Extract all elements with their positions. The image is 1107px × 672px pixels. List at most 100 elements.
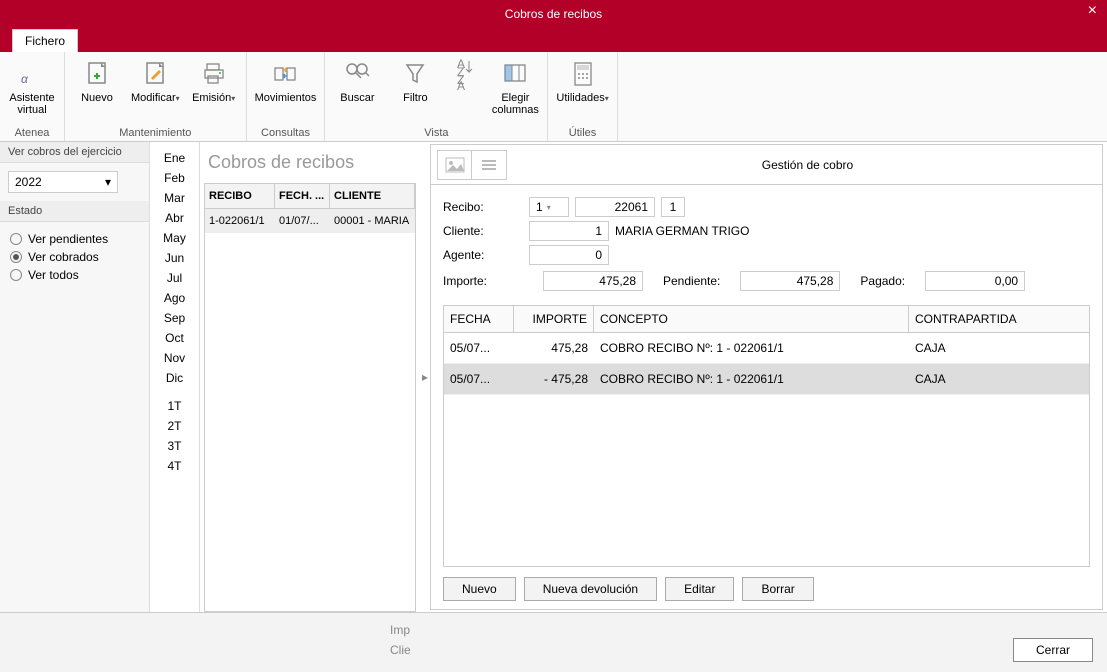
workspace: Ver cobros del ejercicio 2022 ▾ Estado V… [0,142,1107,612]
nuevo-button[interactable]: Nuevo [73,56,121,104]
ribbon-group-vista: Buscar Filtro AZZA Elegir columnas Vista [325,52,548,141]
ribbon-group-mantenimiento: Nuevo Modificar Emisión Mantenimiento [65,52,247,141]
borrar-button[interactable]: Borrar [742,577,813,601]
month-dic[interactable]: Dic [150,368,199,388]
col-mov-importe[interactable]: IMPORTE [514,306,594,332]
footer: Imp Clie Cerrar [0,612,1107,672]
importe-field[interactable]: 475,28 [543,271,643,291]
agente-field[interactable]: 0 [529,245,609,265]
utilidades-button[interactable]: Utilidades [556,56,608,104]
nuevo-mov-button[interactable]: Nuevo [443,577,516,601]
detail-form: Recibo: 1 22061 1 Cliente: 1 MARIA GERMA… [431,185,1102,299]
recibo-num-field[interactable]: 22061 [575,197,655,217]
ribbon: α Asistente virtual Atenea Nuevo Modific… [0,52,1107,142]
movimientos-button[interactable]: Movimientos [255,56,317,104]
col-fecha[interactable]: FECH. ... [275,184,330,208]
radio-icon [10,251,22,263]
list-view-icon[interactable] [472,151,506,179]
print-icon [198,58,230,90]
month-abr[interactable]: Abr [150,208,199,228]
radio-icon [10,269,22,281]
alpha-icon: α [16,58,48,90]
left-header-ejercicio: Ver cobros del ejercicio [0,142,149,163]
year-selector[interactable]: 2022 ▾ [8,171,118,193]
month-oct[interactable]: Oct [150,328,199,348]
month-nov[interactable]: Nov [150,348,199,368]
filter-icon [399,58,431,90]
label-importe: Importe: [443,274,523,288]
month-feb[interactable]: Feb [150,168,199,188]
close-icon[interactable]: × [1088,2,1097,20]
cerrar-button[interactable]: Cerrar [1013,638,1093,662]
pendiente-field[interactable]: 475,28 [740,271,840,291]
movements-table: FECHA IMPORTE CONCEPTO CONTRAPARTIDA 05/… [443,305,1090,567]
sort-buttons[interactable]: AZZA [449,56,481,90]
label-pendiente: Pendiente: [663,274,720,288]
quarter-3t[interactable]: 3T [150,436,199,456]
month-mar[interactable]: Mar [150,188,199,208]
label-recibo: Recibo: [443,200,523,214]
new-document-icon [81,58,113,90]
radio-cobrados[interactable]: Ver cobrados [10,250,139,264]
svg-text:A: A [457,79,465,90]
filtro-button[interactable]: Filtro [391,56,439,104]
label-cliente: Cliente: [443,224,523,238]
buscar-button[interactable]: Buscar [333,56,381,104]
ribbon-group-atenea: α Asistente virtual Atenea [0,52,65,141]
modificar-button[interactable]: Modificar [131,56,180,104]
month-may[interactable]: May [150,228,199,248]
radio-pendientes[interactable]: Ver pendientes [10,232,139,246]
table-row[interactable]: 05/07... - 475,28 COBRO RECIBO Nº: 1 - 0… [444,364,1089,395]
month-ago[interactable]: Ago [150,288,199,308]
nueva-devolucion-button[interactable]: Nueva devolución [524,577,657,601]
image-view-icon[interactable] [438,151,472,179]
label-pagado: Pagado: [860,274,905,288]
col-mov-contrapartida[interactable]: CONTRAPARTIDA [909,306,1089,332]
svg-text:α: α [21,72,29,86]
quarter-2t[interactable]: 2T [150,416,199,436]
col-mov-concepto[interactable]: CONCEPTO [594,306,909,332]
quarter-1t[interactable]: 1T [150,396,199,416]
pagado-field[interactable]: 0,00 [925,271,1025,291]
col-cliente[interactable]: CLIENTE [330,184,415,208]
table-row[interactable]: 1-022061/1 01/07/... 00001 - MARIA [205,209,415,233]
tab-fichero[interactable]: Fichero [12,29,78,52]
recibo-sub-field[interactable]: 1 [661,197,685,217]
recibos-list-panel: Cobros de recibos RECIBO FECH. ... CLIEN… [200,142,420,612]
quarter-4t[interactable]: 4T [150,456,199,476]
recibo-serie-field[interactable]: 1 [529,197,569,217]
mid-title: Cobros de recibos [200,142,420,183]
month-sep[interactable]: Sep [150,308,199,328]
month-ene[interactable]: Ene [150,148,199,168]
detail-title: Gestión de cobro [513,158,1102,172]
detail-panel: Gestión de cobro Recibo: 1 22061 1 Clien… [430,144,1103,610]
splitter-handle[interactable]: ▸ [420,142,430,612]
col-mov-fecha[interactable]: FECHA [444,306,514,332]
radio-todos[interactable]: Ver todos [10,268,139,282]
footer-imp-text: Imp [390,623,410,637]
left-panel: Ver cobros del ejercicio 2022 ▾ Estado V… [0,142,150,612]
month-list: Ene Feb Mar Abr May Jun Jul Ago Sep Oct … [150,142,200,612]
ribbon-group-utiles: Utilidades Útiles [548,52,617,141]
calculator-icon [567,58,599,90]
emision-button[interactable]: Emisión [190,56,238,104]
window-title: Cobros de recibos [505,7,602,21]
cliente-code-field[interactable]: 1 [529,221,609,241]
radio-icon [10,233,22,245]
cliente-name: MARIA GERMAN TRIGO [615,224,749,238]
edit-document-icon [139,58,171,90]
editar-button[interactable]: Editar [665,577,734,601]
sort-icon: AZZA [449,58,481,90]
label-agente: Agente: [443,248,523,262]
col-recibo[interactable]: RECIBO [205,184,275,208]
elegir-columnas-button[interactable]: Elegir columnas [491,56,539,116]
table-row[interactable]: 05/07... 475,28 COBRO RECIBO Nº: 1 - 022… [444,333,1089,364]
action-buttons: Nuevo Nueva devolución Editar Borrar [431,573,1102,609]
view-switcher[interactable] [437,150,507,180]
footer-clie-text: Clie [390,643,411,657]
chevron-down-icon: ▾ [105,175,111,189]
ribbon-group-consultas: Movimientos Consultas [247,52,326,141]
asistente-virtual-button[interactable]: α Asistente virtual [8,56,56,116]
month-jun[interactable]: Jun [150,248,199,268]
month-jul[interactable]: Jul [150,268,199,288]
